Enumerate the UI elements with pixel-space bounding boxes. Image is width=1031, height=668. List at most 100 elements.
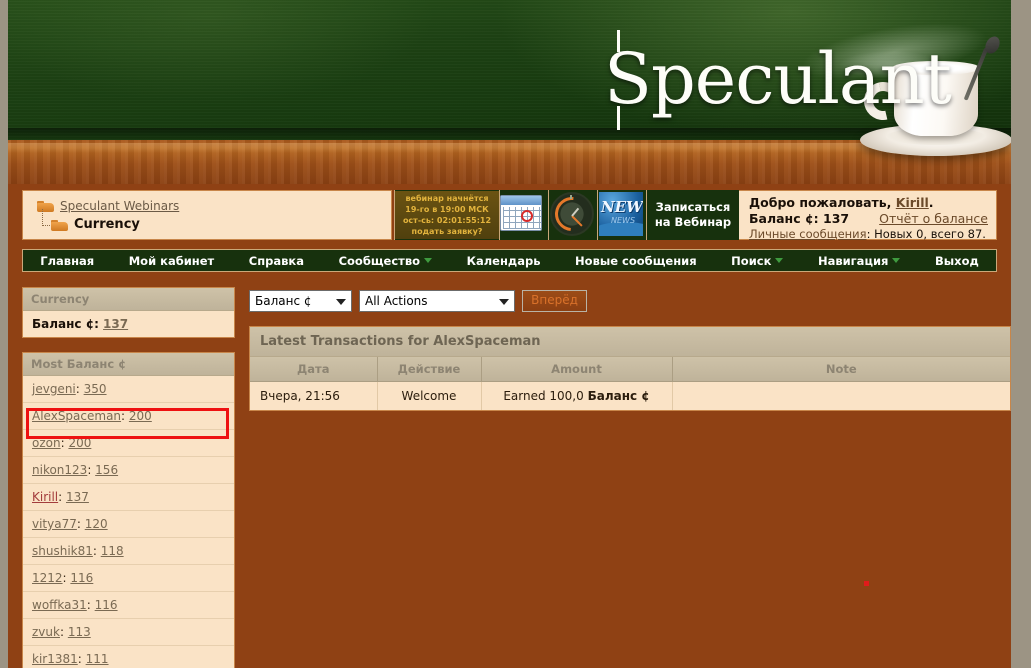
cell-amount: Earned 100,0 Баланс ¢ bbox=[481, 381, 673, 410]
nav-item-calendar[interactable]: Календарь bbox=[449, 250, 557, 271]
table-row: Вчера, 21:56 Welcome Earned 100,0 Баланс… bbox=[250, 381, 1010, 411]
leaderboard-user-link[interactable]: AlexSpaceman bbox=[32, 409, 121, 423]
news-icon-subword: NEWS bbox=[611, 216, 636, 225]
welcome-pm-row: Личные сообщения: Новых 0, всего 87. bbox=[749, 227, 988, 241]
leaderboard-user-link[interactable]: woffka31 bbox=[32, 598, 87, 612]
list-item: vitya77: 120 bbox=[23, 511, 234, 538]
chevron-down-icon bbox=[424, 258, 433, 263]
ad-news-link[interactable]: NEWS NEWS bbox=[597, 190, 646, 240]
ad-countdown-line1: вебинар начнётся bbox=[405, 194, 489, 203]
logo-dollar-stroke-top bbox=[617, 30, 620, 52]
welcome-balance: Баланс ¢: 137 bbox=[749, 211, 849, 226]
currency-balance-colon: : bbox=[94, 317, 104, 331]
cursor-marker bbox=[864, 581, 869, 586]
leaderboard-user-value[interactable]: 116 bbox=[70, 571, 93, 585]
breadcrumb-current-label: Currency bbox=[74, 217, 140, 232]
nav-label-navigation: Навигация bbox=[817, 253, 889, 268]
site-logo[interactable]: Speculant bbox=[604, 30, 952, 130]
column-header-amount[interactable]: Amount bbox=[481, 357, 673, 382]
webinar-signup-label[interactable]: Записаться на Вебинар bbox=[647, 191, 739, 239]
nav-item-help[interactable]: Справка bbox=[232, 250, 322, 271]
nav-label-help: Справка bbox=[248, 253, 305, 268]
cell-date: Вчера, 21:56 bbox=[250, 381, 378, 410]
leaderboard-user-link[interactable]: ozon bbox=[32, 436, 61, 450]
chevron-down-icon bbox=[892, 258, 901, 263]
filter-toolbar: Баланс ¢ All Actions Вперёд bbox=[249, 290, 1011, 312]
list-item: shushik81: 118 bbox=[23, 538, 234, 565]
nav-label-my-account: Мой кабинет bbox=[128, 253, 215, 268]
logo-text: peculant bbox=[650, 38, 952, 120]
cell-note bbox=[672, 382, 1010, 411]
leaderboard-user-value[interactable]: 156 bbox=[95, 463, 118, 477]
list-item: zvuk: 113 bbox=[23, 619, 234, 646]
nav-item-search[interactable]: Поиск bbox=[714, 250, 801, 271]
nav-item-logout[interactable]: Выход bbox=[918, 250, 996, 271]
currency-select[interactable]: Баланс ¢ bbox=[249, 290, 352, 312]
leaderboard-user-value[interactable]: 200 bbox=[68, 436, 91, 450]
sidebar: Currency Баланс ¢: 137 Most Баланс ¢ jev… bbox=[22, 287, 235, 668]
welcome-greeting-prefix: Добро пожаловать, bbox=[749, 195, 892, 210]
action-select[interactable]: All Actions bbox=[359, 290, 515, 312]
banner-ads: вебинар начнётся 19-го в 19:00 МСК ост-с… bbox=[394, 190, 739, 240]
private-messages-link[interactable]: Личные сообщения bbox=[749, 227, 867, 241]
leaderboard-user-link[interactable]: vitya77 bbox=[32, 517, 77, 531]
column-header-note[interactable]: Note bbox=[672, 357, 1010, 382]
ad-calendar-link[interactable] bbox=[499, 190, 548, 240]
nav-item-navigation[interactable]: Навигация bbox=[801, 250, 918, 271]
list-item: AlexSpaceman: 200 bbox=[23, 403, 234, 430]
calendar-icon[interactable] bbox=[500, 191, 548, 239]
leaderboard-user-link[interactable]: shushik81 bbox=[32, 544, 93, 558]
main-content: Баланс ¢ All Actions Вперёд Latest Trans… bbox=[249, 290, 1011, 411]
nav-item-community[interactable]: Сообщество bbox=[321, 250, 449, 271]
most-balance-panel: Most Баланс ¢ jevgeni: 350 AlexSpaceman:… bbox=[22, 352, 235, 668]
ad-webinar-signup[interactable]: Записаться на Вебинар bbox=[646, 190, 739, 240]
leaderboard-user-link[interactable]: kir1381 bbox=[32, 652, 78, 666]
list-item: kir1381: 111 bbox=[32, 652, 109, 666]
cell-amount-currency: Баланс ¢ bbox=[587, 389, 650, 403]
clock-gauge-icon[interactable] bbox=[549, 191, 597, 239]
leaderboard-user-link[interactable]: jevgeni bbox=[32, 382, 76, 396]
leaderboard-user-value[interactable]: 111 bbox=[86, 652, 109, 666]
leaderboard-user-value[interactable]: 137 bbox=[66, 490, 89, 504]
leaderboard-user-value[interactable]: 200 bbox=[129, 409, 152, 423]
leaderboard-user-value[interactable]: 113 bbox=[68, 625, 91, 639]
leaderboard-user-value[interactable]: 350 bbox=[84, 382, 107, 396]
chevron-down-icon bbox=[775, 258, 784, 263]
chevron-down-icon bbox=[499, 299, 509, 305]
ad-countdown-text[interactable]: вебинар начнётся 19-го в 19:00 МСК ост-с… bbox=[395, 191, 499, 239]
welcome-greeting: Добро пожаловать, Kirill. bbox=[749, 195, 988, 210]
transactions-panel: Latest Transactions for AlexSpaceman Дат… bbox=[249, 326, 1011, 411]
welcome-balance-value: 137 bbox=[823, 211, 850, 226]
column-header-date[interactable]: Дата bbox=[250, 357, 378, 382]
breadcrumb-parent-row[interactable]: Speculant Webinars bbox=[37, 196, 391, 215]
news-icon[interactable]: NEWS NEWS bbox=[598, 191, 646, 239]
site-banner: Speculant bbox=[8, 0, 1011, 184]
column-header-action[interactable]: Действие bbox=[377, 357, 482, 382]
ad-webinar-countdown[interactable]: вебинар начнётся 19-го в 19:00 МСК ост-с… bbox=[394, 190, 499, 240]
list-item: Kirill: 137 bbox=[23, 484, 234, 511]
leaderboard-user-link[interactable]: nikon123 bbox=[32, 463, 87, 477]
leaderboard-user-value[interactable]: 116 bbox=[95, 598, 118, 612]
cell-action: Welcome bbox=[377, 381, 482, 410]
page-root: Speculant Speculant Webinars Currency ве… bbox=[0, 0, 1031, 668]
breadcrumb-parent-link[interactable]: Speculant Webinars bbox=[60, 199, 179, 213]
balance-report-link[interactable]: Отчёт о балансе bbox=[879, 211, 988, 226]
welcome-username-link[interactable]: Kirill bbox=[896, 195, 929, 210]
currency-panel: Currency Баланс ¢: 137 bbox=[22, 287, 235, 338]
leaderboard-user-link[interactable]: zvuk bbox=[32, 625, 60, 639]
leaderboard-user-link[interactable]: Kirill bbox=[32, 490, 58, 504]
ad-countdown-line2: 19-го в 19:00 МСК bbox=[405, 205, 489, 214]
welcome-balance-row: Баланс ¢: 137 Отчёт о балансе bbox=[749, 211, 988, 226]
action-select-value: All Actions bbox=[365, 294, 428, 308]
header-utility-row: Speculant Webinars Currency вебинар начн… bbox=[22, 190, 997, 241]
leaderboard-user-link[interactable]: 1212 bbox=[32, 571, 63, 585]
nav-item-new-messages[interactable]: Новые сообщения bbox=[558, 250, 714, 271]
ad-clock-link[interactable] bbox=[548, 190, 597, 240]
nav-item-home[interactable]: Главная bbox=[23, 250, 111, 271]
nav-item-my-account[interactable]: Мой кабинет bbox=[111, 250, 231, 271]
welcome-box: Добро пожаловать, Kirill. Баланс ¢: 137 … bbox=[739, 190, 997, 241]
leaderboard-user-value[interactable]: 118 bbox=[101, 544, 124, 558]
currency-balance-value[interactable]: 137 bbox=[103, 317, 128, 331]
go-button[interactable]: Вперёд bbox=[522, 290, 587, 312]
leaderboard-user-value[interactable]: 120 bbox=[85, 517, 108, 531]
